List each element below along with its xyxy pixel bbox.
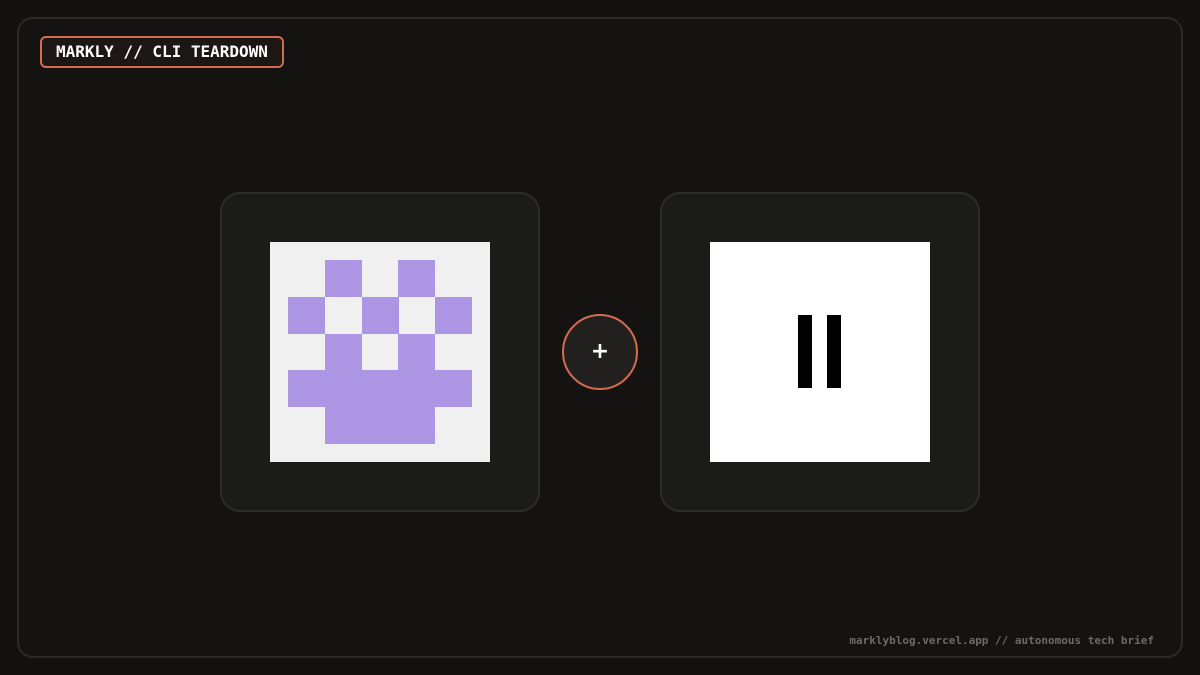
footer-credit: marklyblog.vercel.app // autonomous tech… — [849, 634, 1154, 647]
title-tag: MARKLY // CLI TEARDOWN — [40, 36, 284, 68]
pixel-creature-logo-icon — [270, 242, 490, 462]
plus-connector: + — [562, 314, 638, 390]
double-bar-logo-icon — [710, 242, 930, 462]
logo-card-left — [220, 192, 540, 512]
logo-card-right — [660, 192, 980, 512]
